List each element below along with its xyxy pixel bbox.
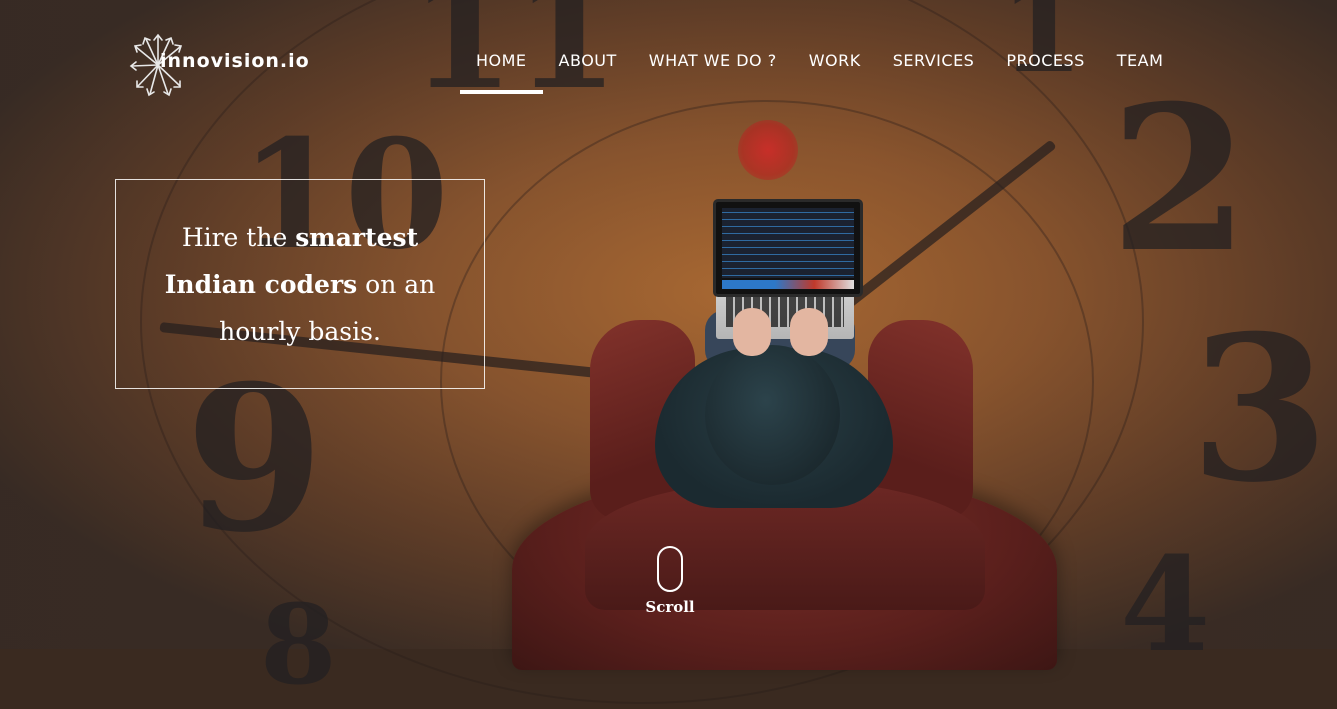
clock-numeral: 3 [1190,292,1330,527]
nav-about[interactable]: ABOUT [543,48,633,76]
nav-team[interactable]: TEAM [1101,48,1180,76]
tagline-text: Hire the [181,222,296,252]
person-hood [705,345,840,485]
scroll-indicator[interactable]: Scroll [640,546,700,616]
tagline-text: hourly basis. [219,316,381,346]
nav-home[interactable]: HOME [460,48,543,94]
clock-numeral: 9 [185,342,325,577]
tagline-emphasis: smartest [295,222,419,252]
tagline-emphasis: Indian coders [164,269,358,299]
nav-process[interactable]: PROCESS [990,48,1100,76]
hero-tagline: Hire the smartest Indian coders on an ho… [135,214,466,355]
clock-numeral: 8 [260,580,337,709]
nav-work[interactable]: WORK [793,48,877,76]
person-hand-right [790,308,828,356]
tagline-text: on an [357,269,436,299]
clock-numeral: 4 [1120,528,1211,681]
brand-name: innovision.io [160,50,310,72]
laptop-screen [713,199,863,297]
hero-tagline-box: Hire the smartest Indian coders on an ho… [115,179,485,389]
main-navigation: HOME ABOUT WHAT WE DO ? WORK SERVICES PR… [460,48,1179,98]
scroll-label: Scroll [645,598,695,616]
brand-logo[interactable]: innovision.io [128,30,309,100]
clock-numeral: 2 [1110,62,1250,297]
person-hand-left [733,308,771,356]
nav-services[interactable]: SERVICES [877,48,991,76]
nav-what-we-do[interactable]: WHAT WE DO ? [633,48,793,76]
red-stamp-mark [738,120,798,180]
mouse-icon [657,546,683,592]
